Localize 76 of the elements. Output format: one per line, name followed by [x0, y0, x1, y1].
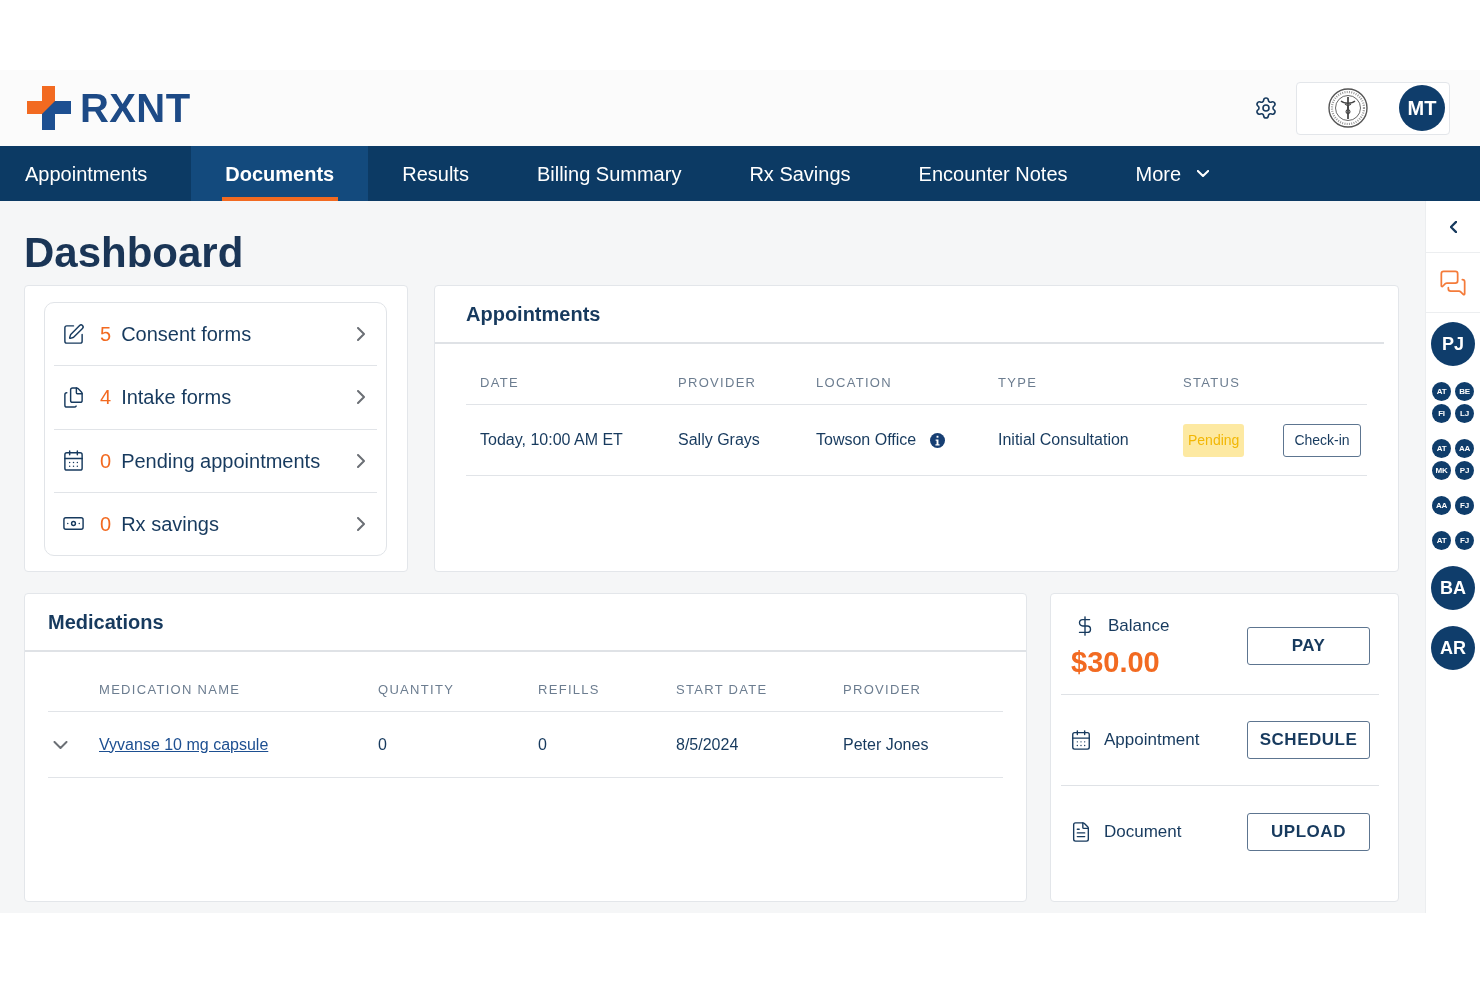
document-icon	[1070, 820, 1092, 843]
check-in-button[interactable]: Check-in	[1283, 423, 1361, 457]
cross-logo-icon	[27, 86, 71, 130]
table-cell-text: Towson Office	[816, 430, 917, 450]
table-cell: Initial Consultation	[998, 431, 1129, 448]
nav-tab[interactable]: Billing Summary	[502, 146, 716, 201]
user-avatar[interactable]: MK	[1432, 461, 1451, 480]
user-avatar[interactable]: LJ	[1455, 404, 1474, 423]
chevron-left-icon[interactable]	[1449, 220, 1457, 233]
table-cell: 0	[538, 735, 547, 753]
nav-tab[interactable]: Documents	[191, 146, 369, 201]
documents-icon	[62, 385, 85, 409]
settings-icon[interactable]	[1254, 96, 1278, 120]
user-avatar[interactable]: AT	[1432, 439, 1451, 458]
chevron-right-icon	[357, 453, 365, 468]
table-cell: Sally Grays	[678, 431, 760, 448]
user-avatar[interactable]: BA	[1431, 566, 1475, 610]
pen-square-icon	[62, 322, 85, 346]
nav-tab[interactable]: More	[1101, 146, 1244, 201]
user-avatar[interactable]: BE	[1455, 382, 1474, 401]
user-avatar[interactable]: PJ	[1455, 461, 1474, 480]
user-avatar[interactable]: AT	[1432, 531, 1451, 550]
chat-icon[interactable]	[1439, 268, 1467, 297]
table-cell: Peter Jones	[843, 735, 929, 753]
column-header: STATUS	[1183, 375, 1241, 390]
column-header: LOCATION	[816, 375, 892, 390]
info-icon[interactable]	[930, 432, 946, 448]
table-cell: 8/5/2024	[676, 735, 739, 753]
action-button[interactable]: PAY	[1247, 627, 1370, 665]
medication-link[interactable]: Vyvanse 10 mg capsule	[99, 735, 269, 753]
user-avatar[interactable]: AA	[1432, 496, 1451, 515]
logo-wordmark: RXNT	[80, 88, 191, 128]
account-label: Document	[1104, 820, 1182, 843]
chevron-right-icon	[357, 327, 365, 342]
column-header: PROVIDER	[843, 681, 922, 697]
account-label: Balance	[1108, 615, 1170, 638]
user-avatar[interactable]: FJ	[1455, 496, 1474, 515]
summary-link-row[interactable]: 0 Pending appointments	[54, 429, 377, 493]
calendar-icon	[62, 449, 85, 473]
nav-tab[interactable]: Results	[368, 146, 503, 201]
chevron-right-icon	[357, 516, 365, 531]
status-badge: Pending	[1183, 423, 1245, 457]
user-avatar[interactable]: AR	[1431, 626, 1475, 670]
account-label: Appointment	[1104, 729, 1200, 752]
chevron-down-icon	[1197, 170, 1210, 177]
user-avatar[interactable]: FI	[1432, 404, 1451, 423]
user-avatar[interactable]: MT	[1399, 85, 1445, 131]
card-title: Medications	[48, 610, 164, 635]
column-header: QUANTITY	[378, 681, 455, 697]
column-header: MEDICATION NAME	[99, 681, 241, 697]
summary-link-row[interactable]: 0 Rx savings	[54, 492, 377, 555]
nav-tab[interactable]: Rx Savings	[715, 146, 885, 201]
summary-link-row[interactable]: 4 Intake forms	[54, 366, 377, 430]
nav-tab[interactable]: Encounter Notes	[884, 146, 1102, 201]
user-avatar[interactable]: AA	[1455, 439, 1474, 458]
card-title: Appointments	[466, 302, 601, 327]
user-avatar[interactable]: PJ	[1431, 322, 1475, 366]
user-avatar[interactable]: FJ	[1455, 531, 1474, 550]
chevron-right-icon	[357, 390, 365, 405]
summary-link-row[interactable]: 5 Consent forms	[54, 303, 377, 367]
user-avatar[interactable]: AT	[1432, 382, 1451, 401]
seal-emblem-icon	[1328, 88, 1368, 128]
column-header: DATE	[480, 375, 519, 390]
page-title: Dashboard	[24, 229, 245, 277]
column-header: REFILLS	[538, 681, 600, 697]
action-button[interactable]: UPLOAD	[1247, 812, 1370, 851]
action-button[interactable]: SCHEDULE	[1247, 721, 1370, 759]
chevron-down-icon[interactable]	[53, 740, 68, 749]
table-cell: 0	[378, 735, 387, 753]
table-cell: Today, 10:00 AM ET	[480, 431, 623, 448]
nav-tab[interactable]: Appointments	[0, 146, 192, 201]
column-header: PROVIDER	[678, 375, 757, 390]
calendar-icon	[1070, 729, 1092, 751]
balance-amount: $30.00	[1071, 644, 1161, 679]
column-header: START DATE	[676, 681, 768, 697]
column-header: TYPE	[998, 375, 1038, 390]
